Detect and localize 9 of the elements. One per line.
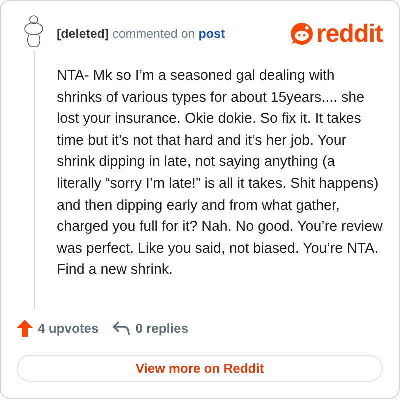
brand-wordmark: reddit	[316, 20, 383, 48]
upvote-arrow-icon	[17, 320, 33, 337]
upvote-count: 4 upvotes	[38, 320, 99, 336]
comment-text: NTA- Mk so I’m a seasoned gal dealing with shrinks of various types for about 15years.... she lost your insurance. Okie dokie. So fix it. It takes time but it’s not that hard and it’s her job. Your shrink dipping in late, not saying anything (a literally “sorry I’m late!” is all it takes. Shit happens) and then dipping early and from what gather, charged you full for it? Nah. No good. You’re review was perfect. Like you said, not biased. You’re NTA. Find a new shrink.	[57, 67, 383, 280]
reply-arrow-icon	[112, 320, 131, 336]
reply-count: 0 replies	[136, 320, 188, 336]
view-more-button[interactable]: View more on Reddit	[17, 354, 383, 382]
snoo-logo-icon	[290, 22, 314, 46]
comment-meta: [deleted] commented on post	[57, 27, 226, 41]
